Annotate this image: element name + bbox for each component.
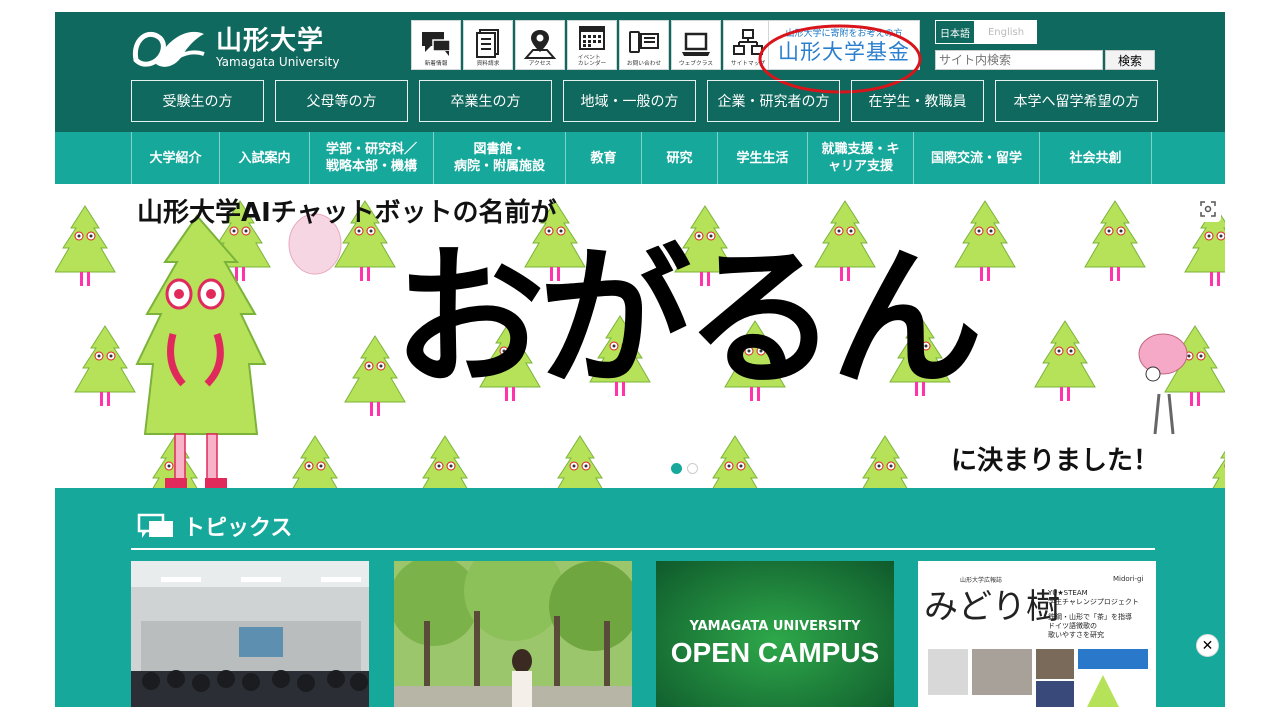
audience-applicants[interactable]: 受験生の方 — [131, 80, 264, 122]
news-button[interactable]: 新着情報 — [411, 20, 461, 70]
logo-subtitle: Yamagata University — [216, 54, 340, 69]
topics-section: トピックス YAMAGATA UNIVERSITY OPEN CAMPUS 山形… — [55, 488, 1225, 707]
magazine-title: みどり樹 — [924, 587, 1060, 627]
topics-divider — [131, 548, 1155, 550]
nav-student-life[interactable]: 学生生活 — [718, 132, 808, 184]
audience-community[interactable]: 地域・一般の方 — [563, 80, 696, 122]
logo-title: 山形大学 — [216, 25, 325, 56]
page: 山形大学 Yamagata University 新着情報 資料請求 アクセス … — [55, 12, 1225, 707]
nav-research[interactable]: 研究 — [642, 132, 718, 184]
university-logo[interactable]: 山形大学 Yamagata University — [130, 20, 360, 75]
image-search-button[interactable] — [1195, 196, 1221, 222]
nav-faculties[interactable]: 学部・研究科／ 戦略本部・機構 — [310, 132, 434, 184]
sitemap-icon — [733, 29, 763, 55]
documents-icon — [476, 29, 499, 58]
magazine-brand: Midori-gi — [1113, 575, 1144, 583]
sitemap-button[interactable]: サイトマップ — [723, 20, 773, 70]
audience-students-staff[interactable]: 在学生・教職員 — [851, 80, 984, 122]
nav-library-hospital[interactable]: 図書館・ 病院・附属施設 — [434, 132, 566, 184]
icon-label: サイトマップ — [730, 60, 766, 67]
scan-icon — [1200, 201, 1216, 217]
hero-headline: おがるん — [393, 230, 983, 407]
icon-label: 新着情報 — [424, 60, 448, 67]
nav-admissions[interactable]: 入試案内 — [220, 132, 310, 184]
carousel-indicators — [671, 463, 703, 474]
site-search: 検索 — [935, 50, 1155, 70]
search-button[interactable]: 検索 — [1105, 50, 1155, 70]
access-button[interactable]: アクセス — [515, 20, 565, 70]
event-calendar-button[interactable]: イベント カレンダー — [567, 20, 617, 70]
topic-card-campus[interactable] — [394, 561, 632, 707]
open-campus-line1: YAMAGATA UNIVERSITY — [689, 619, 861, 634]
topic-card-magazine[interactable]: 山形大学広報誌 Midori-gi みどり樹 YU★STEAM 学生チャレンジプ… — [918, 561, 1156, 707]
map-pin-icon — [523, 30, 557, 59]
open-campus-banner — [656, 561, 894, 707]
hero-footer-text: に決まりました！ — [951, 446, 1160, 476]
language-switcher: 日本語 English — [935, 20, 1037, 44]
contact-button[interactable]: お問い合わせ — [619, 20, 669, 70]
laptop-icon — [682, 32, 710, 56]
main-nav: 大学紹介 入試案内 学部・研究科／ 戦略本部・機構 図書館・ 病院・附属施設 教… — [55, 132, 1225, 184]
icon-label: 資料請求 — [476, 60, 500, 67]
audience-alumni[interactable]: 卒業生の方 — [419, 80, 552, 122]
topics-header: トピックス — [137, 510, 292, 542]
lang-japanese[interactable]: 日本語 — [935, 20, 975, 44]
topics-title: トピックス — [183, 516, 293, 541]
phone-contact-icon — [629, 31, 659, 53]
icon-label: イベント カレンダー — [577, 54, 607, 67]
icon-label: お問い合わせ — [626, 60, 662, 67]
icon-label: アクセス — [528, 60, 552, 67]
close-icon[interactable]: ✕ — [1196, 634, 1219, 657]
chat-bubbles-icon — [422, 32, 451, 56]
nav-education[interactable]: 教育 — [566, 132, 642, 184]
topic-card-lecture[interactable] — [131, 561, 369, 707]
open-campus-line2: OPEN CAMPUS — [670, 637, 880, 668]
logo-mark-icon — [132, 31, 205, 67]
utility-icons: 新着情報 資料請求 アクセス イベント カレンダー お問い合わせ ウェブクラス — [411, 20, 775, 70]
tree-avenue-photo — [394, 561, 632, 707]
topic-card-open-campus[interactable]: YAMAGATA UNIVERSITY OPEN CAMPUS — [656, 561, 894, 707]
lang-english[interactable]: English — [975, 20, 1037, 44]
carousel-dot-active[interactable] — [671, 463, 682, 474]
icon-label: ウェブクラス — [678, 60, 714, 67]
nav-about[interactable]: 大学紹介 — [132, 132, 220, 184]
nav-social-cocreation[interactable]: 社会共創 — [1040, 132, 1152, 184]
magazine-photo-collage — [928, 649, 1148, 707]
fund-title: 山形大学基金 — [778, 40, 910, 64]
nav-career[interactable]: 就職支援・キ ャリア支援 — [808, 132, 914, 184]
document-request-button[interactable]: 資料請求 — [463, 20, 513, 70]
nav-international[interactable]: 国際交流・留学 — [914, 132, 1040, 184]
carousel-dot[interactable] — [687, 463, 698, 474]
topics-icon — [137, 513, 173, 538]
site-header: 山形大学 Yamagata University 新着情報 資料請求 アクセス … — [55, 12, 1225, 132]
hero-title: 山形大学AIチャットボットの名前が — [137, 198, 557, 228]
calendar-icon — [579, 26, 605, 50]
audience-companies[interactable]: 企業・研究者の方 — [707, 80, 840, 122]
audience-nav: 受験生の方 父母等の方 卒業生の方 地域・一般の方 企業・研究者の方 在学生・教… — [131, 80, 1158, 122]
lecture-hall-photo — [131, 561, 369, 707]
fund-subtitle: 山形大学に寄附をお考えの方 — [785, 29, 903, 39]
audience-international[interactable]: 本学へ留学希望の方 — [995, 80, 1158, 122]
webclass-button[interactable]: ウェブクラス — [671, 20, 721, 70]
audience-parents[interactable]: 父母等の方 — [275, 80, 408, 122]
magazine-contents: YU★STEAM 学生チャレンジプロジェクト 鉄鋼・山形で「茶」を指導 ドイツ語… — [1048, 589, 1139, 639]
search-input[interactable] — [935, 50, 1103, 70]
university-fund-button[interactable]: 山形大学に寄附をお考えの方 山形大学基金 — [768, 20, 920, 70]
hero-carousel[interactable]: 山形大学AIチャットボットの名前が おがるん に決まりました！ — [55, 184, 1225, 488]
